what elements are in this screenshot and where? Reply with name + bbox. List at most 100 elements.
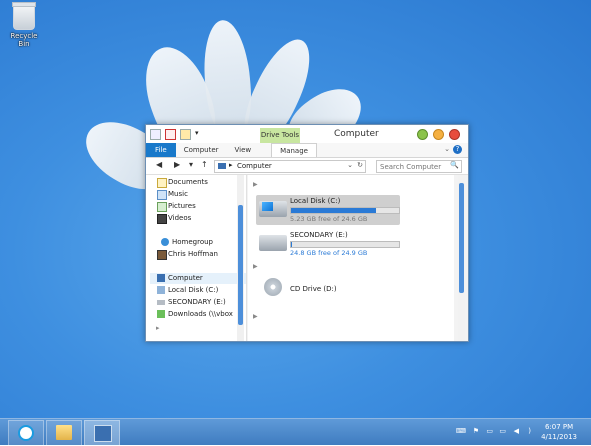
- taskbar: ⌨ ⚑ ▭ ▭ ◀ ) 6:07 PM 4/11/2013: [0, 418, 591, 445]
- nav-item-local-disk-c[interactable]: Local Disk (C:): [168, 285, 218, 296]
- local-disk-icon: [157, 286, 165, 294]
- new-folder-icon[interactable]: [180, 129, 191, 140]
- drive-cd-d[interactable]: CD Drive (D:): [256, 275, 400, 305]
- up-button[interactable]: ↑: [201, 160, 208, 169]
- nav-item-chris-hoffman[interactable]: Chris Hoffman: [168, 249, 218, 260]
- scrollbar-thumb[interactable]: [238, 205, 243, 325]
- folder-icon: [56, 425, 72, 440]
- group-collapse-icon[interactable]: ▶: [253, 313, 258, 320]
- network-drive-icon: [157, 310, 165, 318]
- nav-item-documents[interactable]: Documents: [168, 177, 208, 188]
- nav-item-label: Downloads (\\vbox: [168, 310, 233, 318]
- drive-name: Local Disk (C:): [290, 197, 340, 205]
- drive-name: CD Drive (D:): [290, 285, 337, 293]
- drive-free-space: 24.8 GB free of 24.9 GB: [290, 249, 367, 257]
- internet-explorer-button[interactable]: [8, 420, 44, 446]
- clock-time: 6:07 PM: [541, 422, 577, 432]
- minimize-button[interactable]: [417, 129, 428, 140]
- help-button[interactable]: ?: [453, 145, 462, 154]
- tab-view[interactable]: View: [227, 143, 260, 157]
- clock[interactable]: 6:07 PM 4/11/2013: [541, 422, 577, 442]
- group-collapse-icon[interactable]: ▶: [253, 181, 258, 188]
- drive-name: SECONDARY (E:): [290, 231, 348, 239]
- tab-file[interactable]: File: [146, 143, 176, 157]
- nav-item-pictures[interactable]: Pictures: [168, 201, 196, 212]
- documents-icon: [157, 178, 167, 188]
- quick-access-toolbar: ▾: [150, 129, 204, 140]
- nav-item-label: Homegroup: [172, 238, 213, 246]
- speaker-icon[interactable]: ◀: [514, 427, 519, 435]
- user-icon: [157, 250, 167, 260]
- nav-item-downloads-network[interactable]: Downloads (\\vbox: [168, 309, 233, 320]
- recent-locations-button[interactable]: ▾: [189, 160, 193, 169]
- nav-item-music[interactable]: Music: [168, 189, 188, 200]
- nav-item-collapsed[interactable]: ▸: [156, 323, 160, 334]
- computer-window-button[interactable]: [84, 420, 120, 446]
- scrollbar-thumb[interactable]: [459, 183, 464, 293]
- drive-free-space: 5.23 GB free of 24.6 GB: [290, 215, 367, 223]
- nav-item-label: Documents: [168, 178, 208, 186]
- properties-icon[interactable]: [165, 129, 176, 140]
- qat-dropdown-icon[interactable]: ▾: [195, 129, 204, 138]
- cd-drive-icon: [264, 278, 282, 296]
- nav-item-homegroup[interactable]: Homegroup: [172, 237, 213, 248]
- nav-item-secondary-e[interactable]: SECONDARY (E:): [168, 297, 226, 308]
- pictures-icon: [157, 202, 167, 212]
- drive-local-disk-c[interactable]: Local Disk (C:) 5.23 GB free of 24.6 GB: [256, 195, 400, 225]
- recycle-bin-icon: [13, 4, 35, 30]
- usb-icon[interactable]: ▭: [499, 427, 506, 435]
- address-bar[interactable]: ▸ Computer ⌄ ↻: [214, 160, 366, 173]
- computer-icon: [94, 425, 112, 442]
- recycle-bin[interactable]: Recycle Bin: [6, 4, 42, 48]
- refresh-icon[interactable]: ↻: [357, 161, 363, 169]
- title-bar[interactable]: ▾ Drive Tools Computer: [146, 125, 468, 143]
- nav-item-computer[interactable]: Computer: [150, 273, 247, 284]
- close-button[interactable]: [449, 129, 460, 140]
- computer-icon[interactable]: [150, 129, 161, 140]
- explorer-window: ▾ Drive Tools Computer File Computer Vie…: [145, 124, 469, 342]
- nav-item-label: Music: [168, 190, 188, 198]
- network-icon[interactable]: ▭: [486, 427, 493, 435]
- breadcrumb-separator-icon[interactable]: ▸: [229, 161, 233, 169]
- recycle-bin-label: Recycle Bin: [6, 32, 42, 48]
- breadcrumb-computer[interactable]: Computer: [237, 162, 272, 170]
- file-explorer-button[interactable]: [46, 420, 82, 446]
- keyboard-icon[interactable]: ⌨: [456, 427, 466, 435]
- nav-item-videos[interactable]: Videos: [168, 213, 191, 224]
- forward-button[interactable]: ▶: [174, 160, 180, 169]
- nav-item-label: Chris Hoffman: [168, 250, 218, 258]
- computer-icon: [218, 163, 226, 169]
- tab-manage[interactable]: Manage: [271, 143, 317, 157]
- clock-date: 4/11/2013: [541, 432, 577, 442]
- flag-icon[interactable]: ⚑: [473, 427, 479, 435]
- music-icon: [157, 190, 167, 200]
- group-collapse-icon[interactable]: ▶: [253, 263, 258, 270]
- drive-icon: [157, 300, 165, 305]
- videos-icon: [157, 214, 167, 224]
- tab-computer[interactable]: Computer: [176, 143, 227, 157]
- search-icon[interactable]: 🔍: [450, 161, 459, 169]
- search-box[interactable]: 🔍: [376, 160, 462, 173]
- maximize-button[interactable]: [433, 129, 444, 140]
- content-scrollbar[interactable]: [458, 175, 465, 341]
- window-controls: [417, 129, 460, 140]
- nav-item-label: SECONDARY (E:): [168, 298, 226, 306]
- drive-tools-tab-group: Drive Tools: [260, 128, 300, 143]
- content-pane: ▶ Local Disk (C:) 5.23 GB free of 24.6 G…: [248, 175, 454, 341]
- hard-drive-icon: [259, 235, 287, 251]
- navigation-pane-scrollbar[interactable]: [237, 175, 244, 341]
- windows-drive-icon: [259, 201, 287, 217]
- nav-item-label: Videos: [168, 214, 191, 222]
- navigation-bar: ◀ ▶ ▾ ↑ ▸ Computer ⌄ ↻ 🔍: [146, 158, 468, 175]
- volume-icon[interactable]: ): [528, 427, 531, 435]
- internet-explorer-icon: [18, 425, 34, 441]
- search-input[interactable]: [377, 161, 448, 172]
- drive-secondary-e[interactable]: SECONDARY (E:) 24.8 GB free of 24.9 GB: [256, 229, 400, 259]
- address-dropdown-icon[interactable]: ⌄: [347, 161, 353, 169]
- expand-ribbon-icon[interactable]: ⌄: [444, 145, 450, 153]
- nav-item-label: Local Disk (C:): [168, 286, 218, 294]
- navigation-pane: Documents Music Pictures Videos Homegrou…: [146, 175, 247, 341]
- back-button[interactable]: ◀: [156, 160, 162, 169]
- nav-item-label: Pictures: [168, 202, 196, 210]
- drive-usage-fill: [291, 208, 376, 213]
